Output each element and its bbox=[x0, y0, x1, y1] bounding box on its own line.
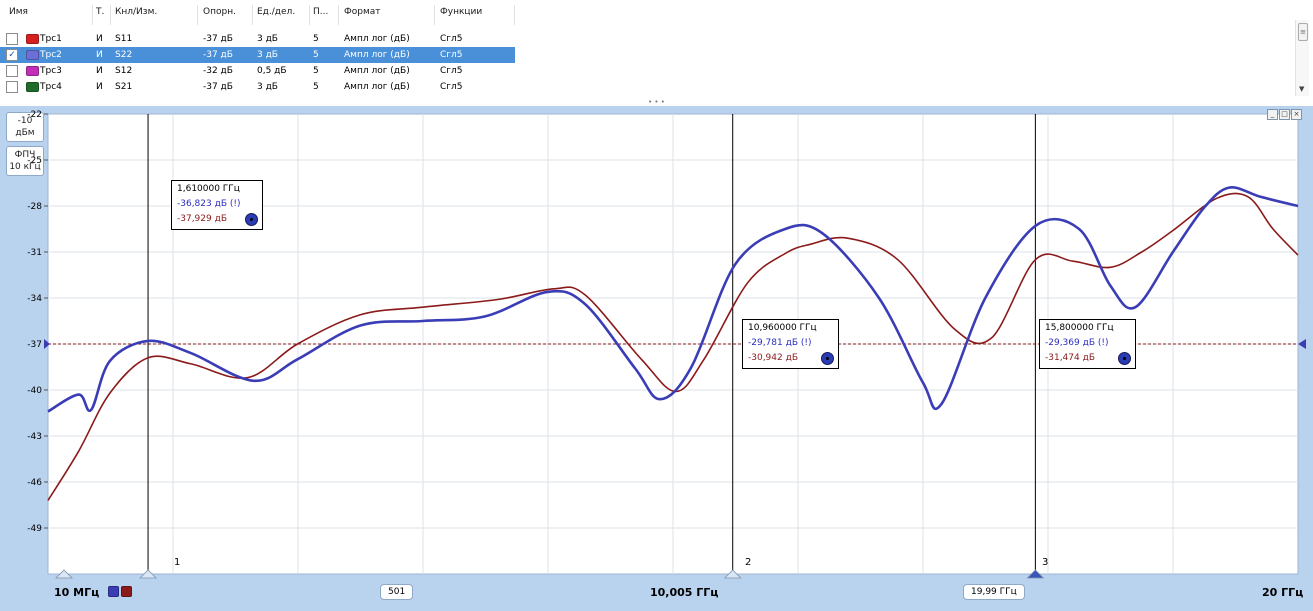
chart-window-controls: _ □ × bbox=[1266, 109, 1302, 120]
center-frequency[interactable]: 10,005 ГГц bbox=[650, 586, 718, 599]
start-frequency[interactable]: 10 МГц bbox=[54, 586, 99, 599]
ref-level-right-arrow-icon[interactable] bbox=[1298, 339, 1306, 349]
sweep-points[interactable]: 501 bbox=[380, 584, 414, 600]
y-tick-label: -28 bbox=[27, 202, 42, 212]
marker-value-trace2: -36,823 дБ (!) bbox=[177, 199, 241, 209]
marker-drag-handle-icon[interactable] bbox=[821, 352, 834, 365]
minimize-icon[interactable]: _ bbox=[1267, 109, 1278, 120]
stop-frequency[interactable]: 20 ГГц bbox=[1262, 586, 1303, 599]
y-tick-label: -25 bbox=[27, 156, 42, 166]
marker-drag-handle-icon[interactable] bbox=[1118, 352, 1131, 365]
marker-1-label: 1 bbox=[174, 557, 181, 568]
marker-frequency: 15,800000 ГГц bbox=[1045, 323, 1114, 333]
maximize-icon[interactable]: □ bbox=[1279, 109, 1290, 120]
y-tick-label: -40 bbox=[27, 386, 42, 396]
y-tick-label: -31 bbox=[27, 248, 42, 258]
marker-value-trace2: -29,369 дБ (!) bbox=[1045, 338, 1109, 348]
y-tick-label: -22 bbox=[27, 110, 42, 120]
marker-2-label: 2 bbox=[745, 557, 752, 568]
chart-plot[interactable]: -22 -25 -28 -31 -34 -37 -40 -43 -46 -49 bbox=[0, 0, 1313, 611]
y-axis-ticks: -22 -25 -28 -31 -34 -37 -40 -43 -46 -49 bbox=[27, 110, 48, 534]
trace-indicator[interactable] bbox=[121, 586, 132, 597]
close-icon[interactable]: × bbox=[1291, 109, 1302, 120]
marker-1-readout[interactable]: 1,610000 ГГц -36,823 дБ (!) -37,929 дБ bbox=[171, 180, 263, 230]
y-tick-label: -49 bbox=[27, 524, 42, 534]
frequency-bar: 10 МГц 501 10,005 ГГц 19,99 ГГц 20 ГГц bbox=[0, 579, 1313, 611]
y-tick-label: -34 bbox=[27, 294, 42, 304]
marker-3-label: 3 bbox=[1042, 557, 1049, 568]
marker-frequency: 10,960000 ГГц bbox=[748, 323, 817, 333]
marker-3-readout[interactable]: 15,800000 ГГц -29,369 дБ (!) -31,474 дБ bbox=[1039, 319, 1136, 369]
y-tick-label: -43 bbox=[27, 432, 42, 442]
marker-2-readout[interactable]: 10,960000 ГГц -29,781 дБ (!) -30,942 дБ bbox=[742, 319, 839, 369]
trace-indicator[interactable] bbox=[108, 586, 119, 597]
y-tick-label: -37 bbox=[27, 340, 42, 350]
marker-value-trace2: -29,781 дБ (!) bbox=[748, 338, 812, 348]
marker-drag-handle-icon[interactable] bbox=[245, 213, 258, 226]
frequency-span[interactable]: 19,99 ГГц bbox=[963, 584, 1025, 600]
marker-frequency: 1,610000 ГГц bbox=[177, 184, 240, 194]
y-tick-label: -46 bbox=[27, 478, 42, 488]
